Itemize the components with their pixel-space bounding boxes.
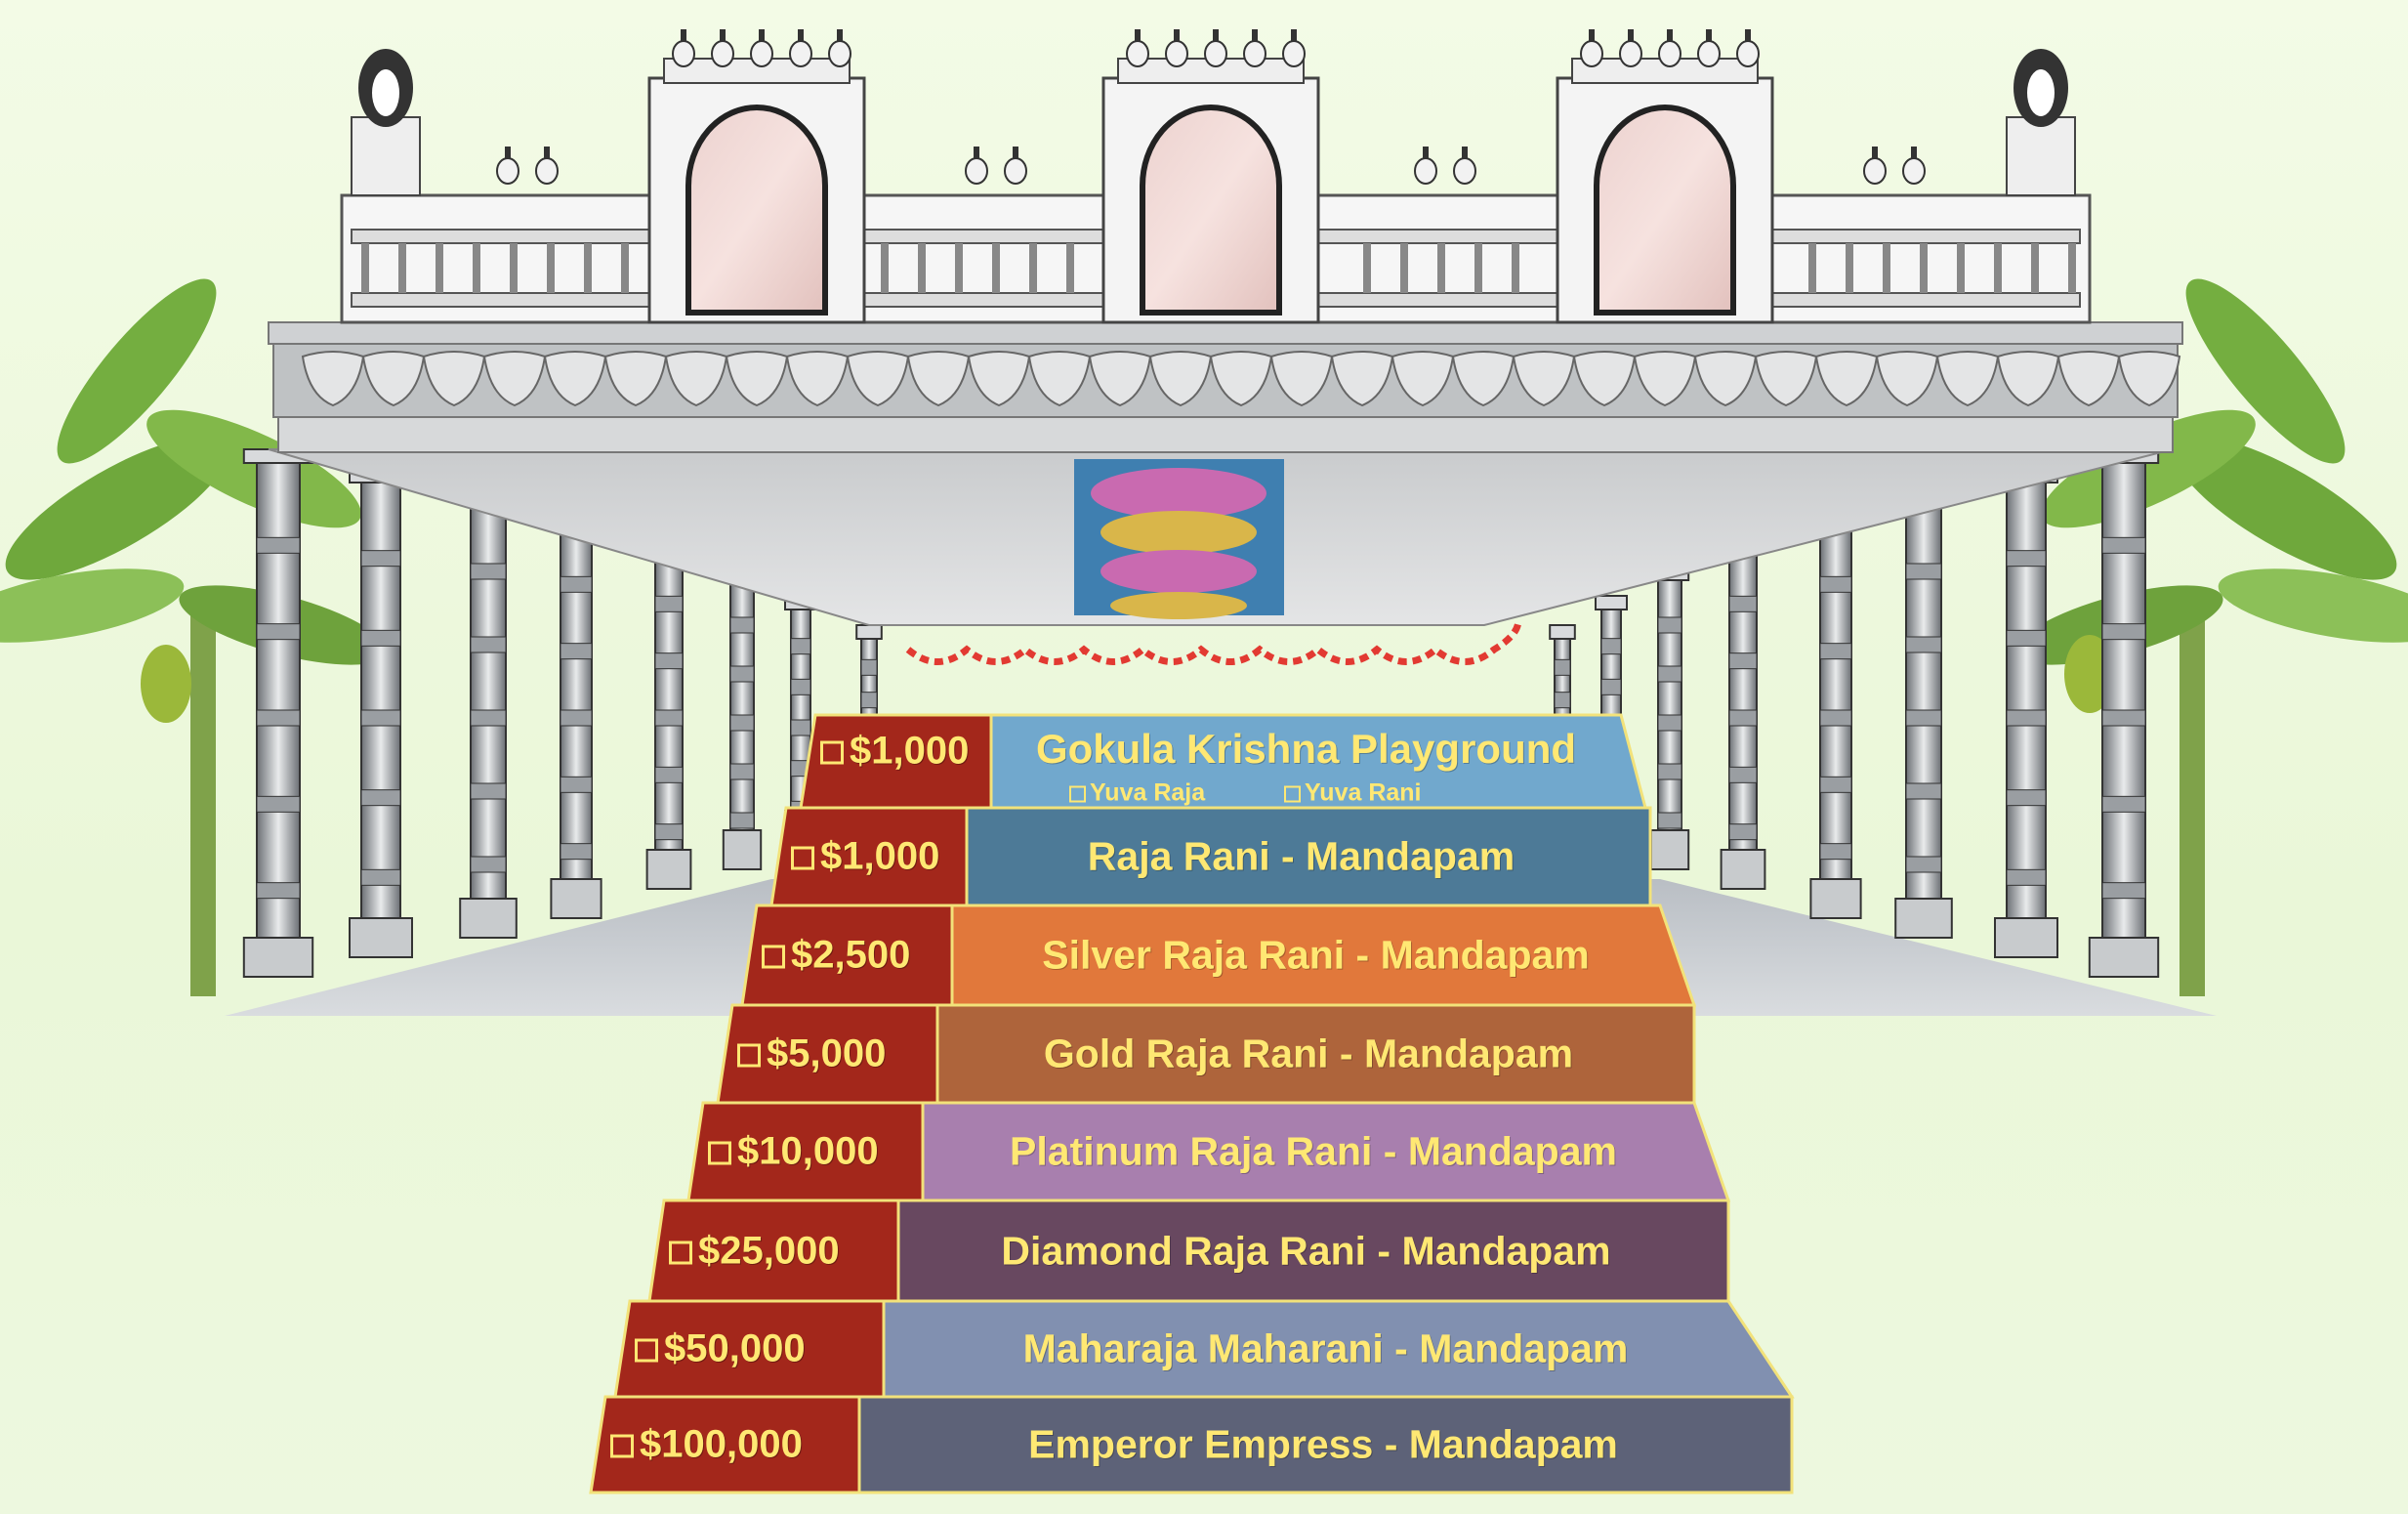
pillar: [349, 468, 413, 958]
kalasa-finial: [1658, 29, 1681, 67]
kalasa-finial: [1165, 29, 1188, 67]
ceiling: [268, 448, 2174, 665]
price-text: $2,500: [791, 933, 911, 977]
price-text: $1,000: [820, 834, 940, 878]
price-option-3[interactable]: $2,500: [762, 934, 910, 978]
checkbox-icon[interactable]: [708, 1141, 731, 1165]
kalasa-finial: [711, 29, 734, 67]
corner-tower-right: [2006, 49, 2076, 196]
arch-center: [1101, 58, 1320, 324]
price-text: $50,000: [664, 1326, 806, 1370]
step-label-7: Maharaja Maharani - Mandapam: [1022, 1325, 1629, 1371]
pillar: [550, 507, 602, 919]
checkbox-icon[interactable]: [1284, 785, 1301, 803]
kalasa-finial: [1619, 29, 1642, 67]
roof-beam: [268, 321, 2183, 453]
checkbox-icon[interactable]: [610, 1434, 634, 1458]
checkbox-icon[interactable]: [1069, 785, 1086, 803]
donation-staircase: [589, 713, 1795, 1494]
checkbox-icon[interactable]: [762, 945, 785, 969]
price-text: $1,000: [850, 729, 970, 773]
kalasa-finial: [1453, 147, 1476, 185]
pillar: [2088, 448, 2160, 978]
pillar: [242, 448, 314, 978]
price-text: $25,000: [698, 1229, 840, 1272]
checkbox-icon[interactable]: [669, 1241, 692, 1264]
kalasa-finial: [672, 29, 695, 67]
option-text: Yuva Rani: [1305, 778, 1422, 807]
step-label-2: Raja Rani - Mandapam: [1087, 833, 1515, 879]
kalasa-finial: [789, 29, 812, 67]
price-option-5[interactable]: $10,000: [708, 1130, 879, 1174]
kalasa-finial: [535, 147, 559, 185]
checkbox-icon[interactable]: [737, 1043, 761, 1068]
price-option-8[interactable]: $100,000: [610, 1423, 803, 1467]
price-option-4[interactable]: $5,000: [737, 1032, 886, 1076]
kalasa-finial: [496, 147, 519, 185]
temple-roof: [340, 29, 2092, 324]
price-text: $5,000: [767, 1031, 887, 1075]
corner-tower-left: [351, 49, 421, 196]
price-text: $100,000: [640, 1422, 803, 1466]
price-option-1[interactable]: $1,000: [820, 730, 969, 774]
step-label-1: Gokula Krishna Playground: [1035, 726, 1577, 772]
kalasa-finial: [1004, 147, 1027, 185]
kalasa-finial: [1414, 147, 1437, 185]
price-option-2[interactable]: $1,000: [791, 835, 939, 879]
kalasa-finial: [1902, 147, 1926, 185]
kalasa-finial: [750, 29, 773, 67]
pillar: [722, 566, 763, 870]
step-label-5: Platinum Raja Rani - Mandapam: [1010, 1128, 1617, 1174]
step-label-4: Gold Raja Rani - Mandapam: [1043, 1030, 1574, 1076]
pillar: [645, 536, 692, 890]
kalasa-finial: [828, 29, 851, 67]
pillar: [1649, 566, 1690, 870]
playground-option-2[interactable]: Yuva Rani: [1284, 779, 1422, 808]
pillar: [1720, 536, 1766, 890]
kalasa-finial: [1126, 29, 1149, 67]
playground-option-1[interactable]: Yuva Raja: [1069, 779, 1205, 808]
arch-right: [1556, 58, 1774, 324]
checkbox-icon[interactable]: [635, 1338, 658, 1363]
option-text: Yuva Raja: [1090, 778, 1206, 807]
kalasa-finial: [1204, 29, 1227, 67]
checkbox-icon[interactable]: [791, 846, 814, 870]
kalasa-finial: [1282, 29, 1306, 67]
kalasa-finial: [1697, 29, 1721, 67]
pillar: [1809, 507, 1862, 919]
kalasa-finial: [965, 147, 988, 185]
arch-left: [647, 58, 866, 324]
step-label-3: Silver Raja Rani - Mandapam: [1042, 932, 1590, 978]
pillar: [1994, 468, 2058, 958]
step-label-8: Emperor Empress - Mandapam: [1028, 1421, 1618, 1467]
pillar: [459, 487, 518, 939]
kalasa-finial: [1243, 29, 1266, 67]
price-option-6[interactable]: $25,000: [669, 1229, 840, 1273]
step-label-6: Diamond Raja Rani - Mandapam: [1001, 1228, 1611, 1273]
pillar: [1894, 487, 1953, 939]
price-option-7[interactable]: $50,000: [635, 1327, 806, 1371]
checkbox-icon[interactable]: [820, 740, 844, 765]
flower-garland: [905, 619, 1522, 665]
kalasa-finial: [1580, 29, 1603, 67]
kalasa-finial: [1736, 29, 1760, 67]
kalasa-finial: [1863, 147, 1887, 185]
price-text: $10,000: [737, 1129, 879, 1173]
